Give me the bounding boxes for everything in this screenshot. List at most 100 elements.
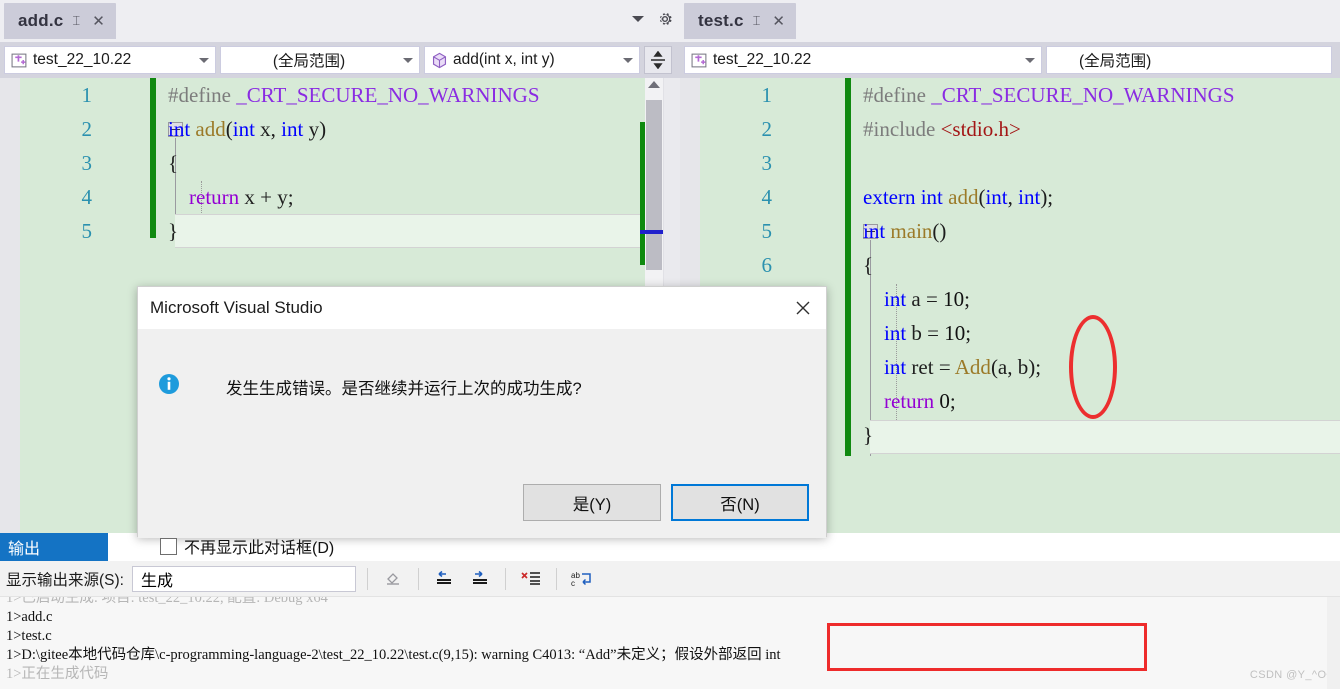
code-token: add (948, 185, 979, 209)
checkbox-box[interactable] (160, 537, 177, 555)
code-token: #define (863, 83, 932, 107)
yes-button[interactable]: 是(Y) (523, 484, 661, 521)
toggle-word-wrap-button[interactable]: ab c (568, 566, 596, 592)
code-token: ) (319, 117, 327, 141)
code-token: return (189, 185, 245, 209)
code-line: 2 #include <stdio.h> (700, 112, 1340, 146)
clear-output-button[interactable] (379, 566, 407, 592)
code-token: { (168, 151, 179, 175)
code-token: b = (911, 321, 945, 345)
no-button[interactable]: 否(N) (671, 484, 809, 521)
pin-icon[interactable]: ⌶ (69, 13, 83, 29)
code-token: , (270, 117, 282, 141)
code-token: ; (965, 321, 972, 345)
code-token: 0 (939, 389, 950, 413)
scope-combo-left[interactable]: (全局范围) (220, 46, 420, 74)
clear-all-button[interactable] (517, 566, 545, 592)
code-token: } (863, 423, 874, 447)
output-source-value: 生成 (140, 572, 173, 590)
arrow-right-icon (472, 570, 487, 584)
code-token: (a, b); (990, 355, 1042, 379)
code-token: <stdio.h> (940, 117, 1021, 141)
chevron-down-icon[interactable] (623, 58, 633, 63)
output-line: 1>已启动生成: 项目: test_22_10.22, 配置: Debug x6… (6, 597, 328, 606)
code-line: 4 return x + y; (20, 180, 680, 214)
member-combo-left[interactable]: add(int x, int y) (424, 46, 640, 74)
project-name: test_22_10.22 (713, 51, 812, 68)
code-line-text: } (168, 214, 680, 248)
scope-combo-right[interactable]: (全局范围) (1046, 46, 1332, 74)
code-line-text: extern int add(int, int); (863, 180, 1340, 214)
clear-list-icon (521, 571, 540, 585)
scope-name: (全局范围) (272, 53, 346, 70)
code-line-text: } (863, 418, 1340, 452)
tab-test-c[interactable]: test.c ⌶ ✕ (684, 3, 796, 39)
close-icon[interactable]: ✕ (89, 12, 108, 30)
toolbar-separator (555, 567, 557, 590)
code-token: int (985, 185, 1008, 209)
code-token: ); (1040, 185, 1054, 209)
code-token: return (884, 389, 940, 413)
chevron-down-icon[interactable] (632, 16, 644, 22)
output-source-label: 显示输出来源(S): (6, 571, 124, 589)
checkbox-label: 不再显示此对话框(D) (184, 540, 335, 557)
arrow-left-icon (436, 570, 451, 584)
tab-add-c[interactable]: add.c ⌶ ✕ (4, 3, 116, 39)
code-token: add (195, 117, 226, 141)
code-line-text: #define _CRT_SECURE_NO_WARNINGS (863, 78, 1340, 112)
code-token: int (863, 219, 891, 243)
pin-icon[interactable]: ⌶ (750, 13, 764, 29)
project-name: test_22_10.22 (33, 51, 132, 68)
project-combo-right[interactable]: test_22_10.22 (684, 46, 1042, 74)
tabstrip-right: test.c ⌶ ✕ (680, 0, 1340, 42)
code-line-text: int a = 10; (863, 282, 1340, 316)
chevron-down-icon[interactable] (199, 58, 209, 63)
code-token: #include (863, 117, 941, 141)
go-to-previous-button[interactable] (430, 566, 458, 592)
chevron-down-icon[interactable] (1025, 58, 1035, 63)
code-token: int (884, 355, 912, 379)
split-vertical-icon (651, 51, 665, 69)
close-icon[interactable]: ✕ (769, 12, 788, 30)
code-line-text: { (168, 146, 680, 180)
close-icon[interactable] (780, 287, 826, 329)
code-line: 2 int add(int x, int y) (20, 112, 680, 146)
code-line: 1 #define _CRT_SECURE_NO_WARNINGS (20, 78, 680, 112)
code-line: 1 #define _CRT_SECURE_NO_WARNINGS (700, 78, 1340, 112)
code-line: 5} (20, 214, 680, 248)
svg-text:c: c (571, 579, 575, 588)
code-token: 10 (943, 287, 965, 311)
code-token: int (232, 117, 261, 141)
project-icon (691, 53, 707, 67)
code-token: ; (949, 389, 956, 413)
navbar-right: test_22_10.22 (全局范围) (680, 42, 1340, 78)
close-x-icon (796, 301, 810, 315)
output-source-combo[interactable]: 生成 (131, 565, 356, 592)
line-number: 2 (761, 117, 773, 141)
tab-title: add.c (18, 11, 64, 30)
line-number: 2 (81, 117, 93, 141)
chevron-down-icon[interactable] (403, 58, 413, 63)
project-combo-left[interactable]: test_22_10.22 (4, 46, 216, 74)
code-line-text: int main() (863, 214, 1340, 248)
scroll-up-arrow[interactable] (648, 81, 660, 88)
gear-icon[interactable] (656, 10, 674, 28)
code-token: _CRT_SECURE_NO_WARNINGS (931, 83, 1235, 107)
output-vertical-scrollbar[interactable] (1327, 597, 1340, 689)
toolbar-separator (504, 567, 506, 590)
code-line: 4 extern int add(int, int); (700, 180, 1340, 214)
dont-show-again-checkbox[interactable]: 不再显示此对话框(D) (160, 534, 334, 558)
tab-output[interactable]: 输出 (0, 533, 108, 561)
line-number: 5 (81, 219, 93, 243)
output-text-area[interactable]: 1>已启动生成: 项目: test_22_10.22, 配置: Debug x6… (0, 597, 1340, 689)
code-token: Add (954, 355, 991, 379)
code-line-text: { (863, 248, 1340, 282)
split-editor-button[interactable] (644, 46, 672, 74)
go-to-next-button[interactable] (466, 566, 494, 592)
code-text-left: 1 #define _CRT_SECURE_NO_WARNINGS 2 int add… (20, 78, 680, 248)
message-dialog: Microsoft Visual Studio 发生生成错误。是否继续并运行上次… (137, 286, 827, 557)
watermark: CSDN @Y_^O^ (1249, 669, 1332, 681)
scrollbar-thumb[interactable] (640, 100, 670, 270)
